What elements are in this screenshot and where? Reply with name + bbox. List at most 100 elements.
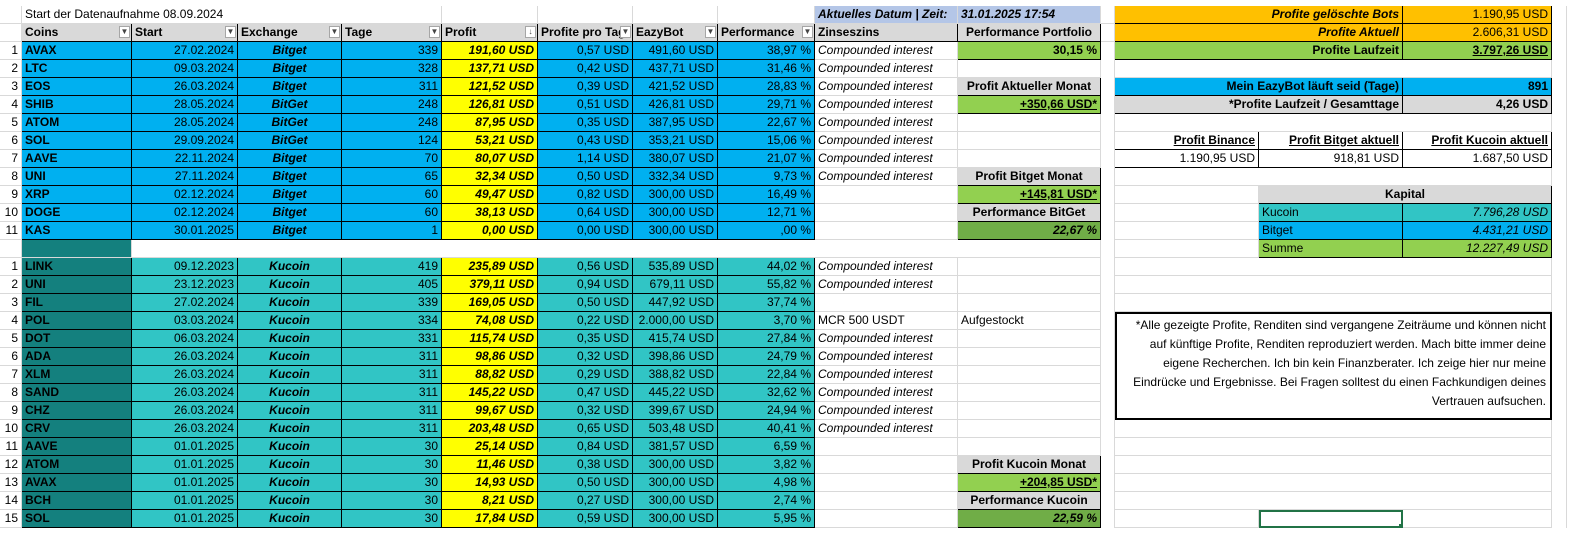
zinseszins-cell[interactable]: Compounded interest [815,96,958,114]
performance-cell[interactable]: 27,84 % [718,330,815,348]
zinseszins-cell[interactable] [815,510,958,528]
zinseszins-cell[interactable]: Compounded interest [815,132,958,150]
row-number[interactable]: 6 [0,132,22,150]
kap-bitget-label[interactable]: Bitget [1259,222,1403,240]
coin-cell[interactable]: AVAX [22,474,132,492]
cell[interactable] [958,420,1101,438]
eazybot-cell[interactable]: 491,60 USD [633,42,718,60]
cell[interactable] [1115,510,1259,528]
eazybot-cell[interactable]: 300,00 USD [633,456,718,474]
exchange-cell[interactable]: BitGet [238,132,342,150]
coin-cell[interactable]: AAVE [22,150,132,168]
zinseszins-cell[interactable]: Compounded interest [815,150,958,168]
profit-monat-value[interactable]: +350,66 USD* [958,96,1101,114]
exchange-cell[interactable]: Kucoin [238,438,342,456]
exchange-cell[interactable]: Kucoin [238,420,342,438]
performance-cell[interactable]: 21,07 % [718,150,815,168]
coin-cell[interactable]: POL [22,312,132,330]
row-number[interactable]: 6 [0,348,22,366]
exchange-cell[interactable]: Kucoin [238,402,342,420]
start-cell[interactable]: 30.01.2025 [132,222,238,240]
cell[interactable] [1403,510,1552,528]
eazybot-cell[interactable]: 300,00 USD [633,510,718,528]
cell[interactable] [1115,186,1259,204]
start-cell[interactable]: 03.03.2024 [132,312,238,330]
zinseszins-cell[interactable]: Compounded interest [815,60,958,78]
tage-cell[interactable]: 65 [342,168,442,186]
exchange-cell[interactable]: Kucoin [238,384,342,402]
profit-tag-cell[interactable]: 0,42 USD [538,60,633,78]
coin-cell[interactable]: UNI [22,276,132,294]
cell[interactable] [958,438,1101,456]
eazybot-cell[interactable]: 437,71 USD [633,60,718,78]
perf-bitget-value[interactable]: 22,67 % [958,222,1101,240]
header-exchange[interactable]: Exchange ▼ [238,24,342,42]
exchange-cell[interactable]: BitGet [238,114,342,132]
zinseszins-cell[interactable]: Compounded interest [815,78,958,96]
coin-cell[interactable]: CRV [22,420,132,438]
binance-value[interactable]: 1.190,95 USD [1115,150,1259,168]
start-cell[interactable]: 01.01.2025 [132,510,238,528]
start-cell[interactable]: 23.12.2023 [132,276,238,294]
profit-cell[interactable]: 145,22 USD [442,384,538,402]
row-number[interactable]: 13 [0,474,22,492]
row-number[interactable]: 9 [0,186,22,204]
eazybot-cell[interactable]: 447,92 USD [633,294,718,312]
tage-cell[interactable]: 331 [342,330,442,348]
filter-dropdown-icon[interactable]: ▼ [705,26,716,38]
profit-tag-cell[interactable]: 0,00 USD [538,222,633,240]
row-number[interactable]: 3 [0,78,22,96]
cell[interactable] [1115,474,1552,492]
profit-cell[interactable]: 88,82 USD [442,366,538,384]
filter-dropdown-icon[interactable]: ▼ [225,26,236,38]
zinseszins-cell[interactable]: Compounded interest [815,168,958,186]
header-zinseszins[interactable]: Zinseszins [815,24,958,42]
cell[interactable] [1115,114,1552,132]
cell[interactable] [1115,456,1552,474]
coin-cell[interactable]: LINK [22,258,132,276]
zinseszins-cell[interactable]: Compounded interest [815,348,958,366]
cell[interactable] [958,294,1101,312]
kapital-label[interactable]: Kapital [1259,186,1552,204]
eazybot-tage-value[interactable]: 891 [1403,78,1552,96]
performance-cell[interactable]: 28,83 % [718,78,815,96]
eazybot-cell[interactable]: 399,67 USD [633,402,718,420]
row-number[interactable]: 10 [0,204,22,222]
profit-cell[interactable]: 115,74 USD [442,330,538,348]
coin-cell[interactable]: AAVE [22,438,132,456]
start-cell[interactable]: 01.01.2025 [132,456,238,474]
profit-tag-cell[interactable]: 0,56 USD [538,258,633,276]
disclaimer-box[interactable]: *Alle gezeigte Profite, Renditen sind ve… [1115,312,1552,420]
profit-tag-cell[interactable]: 0,39 USD [538,78,633,96]
cell[interactable] [958,258,1101,276]
start-cell[interactable]: 26.03.2024 [132,366,238,384]
coin-cell[interactable]: SHIB [22,96,132,114]
eazybot-cell[interactable]: 388,82 USD [633,366,718,384]
zinseszins-cell[interactable] [815,222,958,240]
perf-kucoin-value[interactable]: 22,59 % [958,510,1101,528]
eazybot-cell[interactable]: 445,22 USD [633,384,718,402]
start-cell[interactable]: 27.02.2024 [132,42,238,60]
performance-cell[interactable]: 22,67 % [718,114,815,132]
profit-cell[interactable]: 32,34 USD [442,168,538,186]
start-cell[interactable]: 01.01.2025 [132,492,238,510]
performance-cell[interactable]: 9,73 % [718,168,815,186]
eazybot-cell[interactable]: 381,57 USD [633,438,718,456]
title-start[interactable]: Start der Datenaufnahme 08.09.2024 [22,6,342,24]
profit-tag-cell[interactable]: 0,51 USD [538,96,633,114]
profit-tag-cell[interactable]: 0,27 USD [538,492,633,510]
eazybot-cell[interactable]: 380,07 USD [633,150,718,168]
eazybot-cell[interactable]: 353,21 USD [633,132,718,150]
profit-cell[interactable]: 379,11 USD [442,276,538,294]
cell[interactable] [1115,258,1552,276]
start-cell[interactable]: 26.03.2024 [132,348,238,366]
aktuell-label[interactable]: Profite Aktuell [1115,24,1403,42]
profit-cell[interactable]: 99,67 USD [442,402,538,420]
perf-bitget-label[interactable]: Performance BitGet [958,204,1101,222]
cell[interactable] [132,240,1101,258]
row-number[interactable]: 4 [0,96,22,114]
zinseszins-cell[interactable]: Compounded interest [815,366,958,384]
profit-cell[interactable]: 8,21 USD [442,492,538,510]
exchange-cell[interactable]: Bitget [238,222,342,240]
tage-cell[interactable]: 124 [342,132,442,150]
